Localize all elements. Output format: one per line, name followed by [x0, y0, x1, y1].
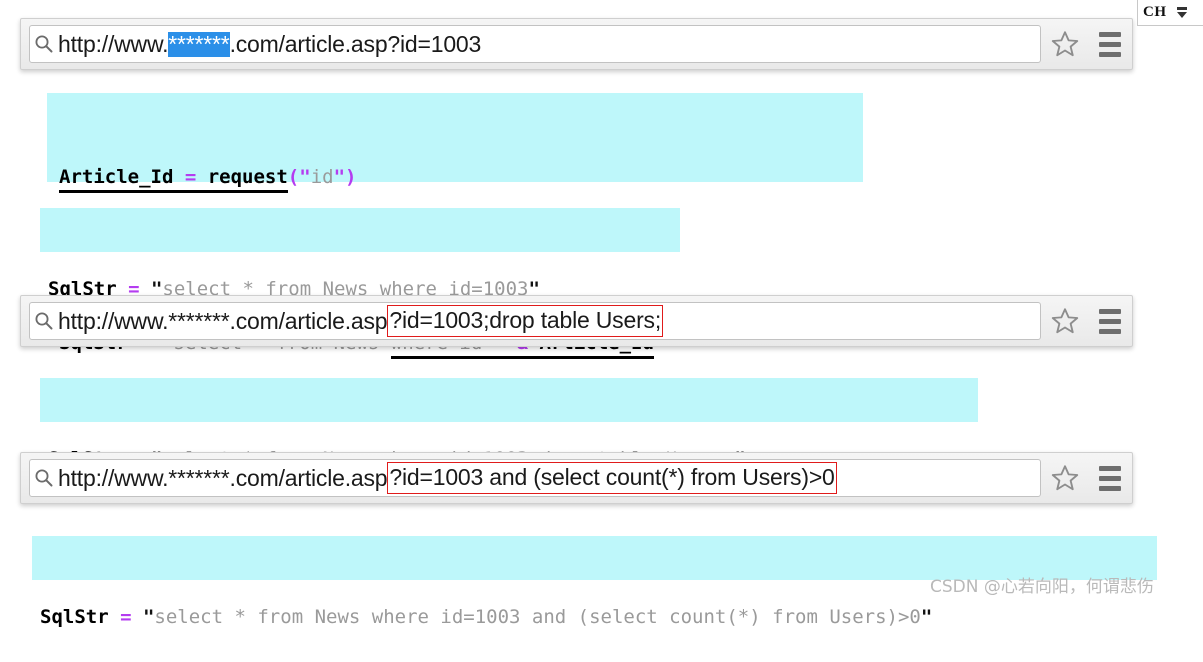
- hamburger-menu-icon[interactable]: [1088, 453, 1132, 503]
- url-text-3: http://www.*******.com/article.asp ?id=10…: [58, 462, 837, 494]
- sql-injection-payload-3: ?id=1003 and (select count(*) from Users…: [387, 462, 837, 494]
- hamburger-menu-icon[interactable]: [1088, 19, 1132, 69]
- url-prefix-1: http://www.: [58, 30, 169, 57]
- token-quote-close: ": [333, 166, 346, 188]
- code-block-drop-table-injection: SqlStr = "select * from News where id=10…: [40, 378, 978, 475]
- url-input-2[interactable]: http://www.*******.com/article.asp ?id=10…: [29, 302, 1041, 340]
- token-quote-open: ": [299, 166, 311, 188]
- code-block-vulnerable-source: Article_Id = request("id") SqlStr = "sel…: [47, 93, 863, 359]
- browser-toolbar-1: http://www. ******* .com/article.asp?id=10…: [20, 18, 1133, 70]
- search-icon: [30, 460, 58, 496]
- chevron-down-icon[interactable]: [1176, 7, 1187, 18]
- token-operator: =: [173, 166, 208, 193]
- url-prefix-2: http://www.*******.com/article.asp: [58, 307, 388, 334]
- token-identifier: SqlStr: [40, 606, 109, 628]
- token-paren-close: ): [345, 166, 357, 188]
- url-input-1[interactable]: http://www. ******* .com/article.asp?id=10…: [29, 25, 1041, 63]
- token-quote-open: ": [142, 606, 155, 628]
- token-function: request: [207, 166, 288, 193]
- code-line-sqlstr-count: SqlStr = "select * from News where id=10…: [40, 602, 1157, 632]
- code-block-normal-query: SqlStr = "select * from News where id=10…: [40, 208, 680, 305]
- url-suffix-1: .com/article.asp?id=1003: [229, 30, 482, 57]
- token-operator: =: [108, 606, 143, 628]
- token-quote-close: ": [920, 606, 933, 628]
- search-icon: [30, 303, 58, 339]
- url-text-1: http://www. ******* .com/article.asp?id=10…: [58, 30, 482, 57]
- ime-language-indicator[interactable]: CH: [1137, 0, 1203, 26]
- ime-language-label: CH: [1143, 4, 1167, 20]
- star-bookmark-icon[interactable]: [1041, 25, 1088, 63]
- code-line-article-id: Article_Id = request("id"): [59, 162, 863, 193]
- browser-toolbar-3: http://www.*******.com/article.asp ?id=10…: [20, 452, 1133, 504]
- star-bookmark-icon[interactable]: [1041, 302, 1088, 340]
- token-string: select * from News where id=1003 and (se…: [154, 606, 921, 628]
- token-paren-open: (: [287, 166, 300, 188]
- sql-injection-payload-2: ?id=1003;drop table Users;: [387, 305, 664, 337]
- url-masked-host-1: *******: [168, 30, 230, 57]
- browser-toolbar-2: http://www.*******.com/article.asp ?id=10…: [20, 295, 1133, 347]
- url-text-2: http://www.*******.com/article.asp ?id=10…: [58, 305, 664, 337]
- url-prefix-3: http://www.*******.com/article.asp: [58, 464, 388, 491]
- csdn-watermark: CSDN @心若向阳，何谓悲伤: [930, 577, 1154, 597]
- token-identifier: Article_Id: [59, 166, 174, 193]
- token-string: id: [310, 166, 334, 188]
- search-icon: [30, 26, 58, 62]
- hamburger-menu-icon[interactable]: [1088, 296, 1132, 346]
- star-bookmark-icon[interactable]: [1041, 459, 1088, 497]
- url-input-3[interactable]: http://www.*******.com/article.asp ?id=10…: [29, 459, 1041, 497]
